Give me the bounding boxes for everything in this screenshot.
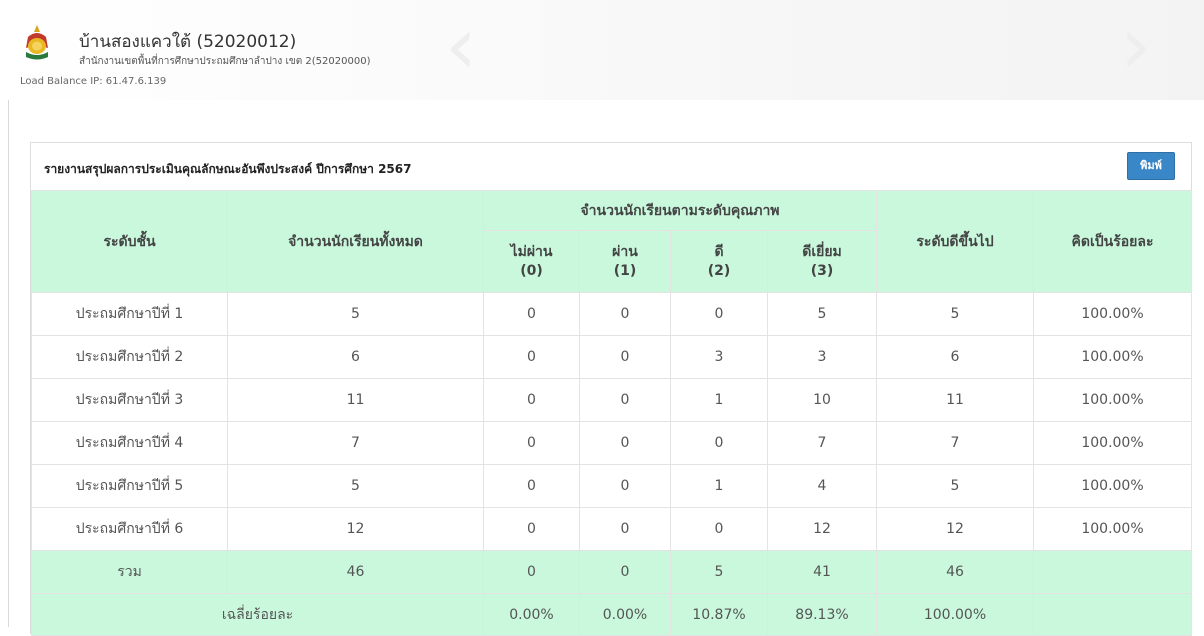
- col-header-good: ดี (2): [670, 230, 768, 293]
- cell-excellent: 4: [767, 464, 877, 508]
- carousel-prev-icon: ‹: [445, 0, 477, 92]
- cell-total: 7: [227, 421, 484, 465]
- cell-excellent: 10: [767, 378, 877, 422]
- cell-total-label: รวม: [31, 550, 228, 594]
- cell-good-up: 6: [876, 335, 1034, 379]
- load-balance-ip: Load Balance IP: 61.47.6.139: [20, 76, 167, 87]
- cell-total: 11: [227, 378, 484, 422]
- cell-percent: 100.00%: [1033, 507, 1192, 551]
- cell-pass: 0: [579, 421, 671, 465]
- cell-total: 5: [227, 464, 484, 508]
- cell-percent: [1033, 550, 1192, 594]
- carousel-next-icon: ›: [1120, 0, 1152, 92]
- office-name: สำนักงานเขตพื้นที่การศึกษาประถมศึกษาลำปา…: [79, 56, 371, 67]
- cell-good-up: 46: [876, 550, 1034, 594]
- cell-excellent: 3: [767, 335, 877, 379]
- col-header-excellent: ดีเยี่ยม (3): [767, 230, 877, 293]
- cell-good: 0: [670, 421, 768, 465]
- table-row: ประถมศึกษาปีที่ 3 11 0 0 1 10 11 100.00%: [31, 378, 1192, 422]
- cell-good-up: 11: [876, 378, 1034, 422]
- cell-good: 0: [670, 507, 768, 551]
- cell-percent: 100.00%: [1033, 292, 1192, 336]
- cell-percent: 100.00%: [1033, 335, 1192, 379]
- table-row: ประถมศึกษาปีที่ 1 5 0 0 0 5 5 100.00%: [31, 292, 1192, 336]
- col-header-good-up: ระดับดีขึ้นไป: [876, 190, 1034, 293]
- cell-level: ประถมศึกษาปีที่ 4: [31, 421, 228, 465]
- col-header-fail: ไม่ผ่าน (0): [483, 230, 580, 293]
- cell-pass: 0: [579, 464, 671, 508]
- total-row: รวม 46 0 0 5 41 46: [31, 550, 1192, 594]
- cell-fail: 0.00%: [483, 593, 580, 636]
- school-name: บ้านสองแควใต้ (52020012): [79, 32, 297, 52]
- col-header-pass: ผ่าน (1): [579, 230, 671, 293]
- col-header-quality-group: จำนวนนักเรียนตามระดับคุณภาพ: [483, 190, 877, 231]
- cell-excellent: 5: [767, 292, 877, 336]
- table-row: ประถมศึกษาปีที่ 4 7 0 0 0 7 7 100.00%: [31, 421, 1192, 465]
- cell-good: 1: [670, 464, 768, 508]
- cell-good: 0: [670, 292, 768, 336]
- cell-fail: 0: [483, 292, 580, 336]
- cell-total: 6: [227, 335, 484, 379]
- report-panel-header: รายงานสรุปผลการประเมินคุณลักษณะอันพึงประ…: [31, 143, 1191, 191]
- cell-level: ประถมศึกษาปีที่ 5: [31, 464, 228, 508]
- cell-pass: 0: [579, 378, 671, 422]
- average-row: เฉลี่ยร้อยละ 0.00% 0.00% 10.87% 89.13% 1…: [31, 593, 1192, 636]
- col-header-percent: คิดเป็นร้อยละ: [1033, 190, 1192, 293]
- content-left-rule: [8, 100, 9, 627]
- cell-good-up: 12: [876, 507, 1034, 551]
- cell-good-up: 100.00%: [876, 593, 1034, 636]
- col-header-total: จำนวนนักเรียนทั้งหมด: [227, 190, 484, 293]
- cell-average-label: เฉลี่ยร้อยละ: [31, 593, 484, 636]
- school-emblem-icon: [26, 25, 48, 60]
- cell-excellent: 89.13%: [767, 593, 877, 636]
- cell-pass: 0: [579, 550, 671, 594]
- cell-fail: 0: [483, 335, 580, 379]
- cell-total: 46: [227, 550, 484, 594]
- cell-good-up: 5: [876, 464, 1034, 508]
- print-button[interactable]: พิมพ์: [1127, 152, 1175, 180]
- cell-good: 3: [670, 335, 768, 379]
- cell-level: ประถมศึกษาปีที่ 1: [31, 292, 228, 336]
- table-row: ประถมศึกษาปีที่ 6 12 0 0 0 12 12 100.00%: [31, 507, 1192, 551]
- table-row: ประถมศึกษาปีที่ 5 5 0 0 1 4 5 100.00%: [31, 464, 1192, 508]
- cell-excellent: 41: [767, 550, 877, 594]
- cell-good: 5: [670, 550, 768, 594]
- report-title: รายงานสรุปผลการประเมินคุณลักษณะอันพึงประ…: [44, 162, 412, 176]
- cell-excellent: 12: [767, 507, 877, 551]
- page-header: ‹ › บ้านสองแควใต้ (52020012) สำนักงานเขต…: [0, 0, 1204, 100]
- cell-pass: 0: [579, 335, 671, 379]
- cell-fail: 0: [483, 378, 580, 422]
- cell-total: 5: [227, 292, 484, 336]
- cell-total: 12: [227, 507, 484, 551]
- table-header-row: ระดับชั้น จำนวนนักเรียนทั้งหมด จำนวนนักเ…: [31, 190, 1192, 293]
- col-header-level: ระดับชั้น: [31, 190, 228, 293]
- cell-pass: 0.00%: [579, 593, 671, 636]
- cell-good: 1: [670, 378, 768, 422]
- report-table: ระดับชั้น จำนวนนักเรียนทั้งหมด จำนวนนักเ…: [31, 190, 1192, 636]
- cell-pass: 0: [579, 507, 671, 551]
- cell-excellent: 7: [767, 421, 877, 465]
- cell-level: ประถมศึกษาปีที่ 2: [31, 335, 228, 379]
- cell-fail: 0: [483, 507, 580, 551]
- cell-good-up: 5: [876, 292, 1034, 336]
- table-row: ประถมศึกษาปีที่ 2 6 0 0 3 3 6 100.00%: [31, 335, 1192, 379]
- report-panel: รายงานสรุปผลการประเมินคุณลักษณะอันพึงประ…: [30, 142, 1192, 636]
- cell-level: ประถมศึกษาปีที่ 3: [31, 378, 228, 422]
- cell-percent: [1033, 593, 1192, 636]
- cell-percent: 100.00%: [1033, 421, 1192, 465]
- cell-pass: 0: [579, 292, 671, 336]
- cell-percent: 100.00%: [1033, 378, 1192, 422]
- cell-level: ประถมศึกษาปีที่ 6: [31, 507, 228, 551]
- cell-fail: 0: [483, 550, 580, 594]
- cell-fail: 0: [483, 421, 580, 465]
- cell-good-up: 7: [876, 421, 1034, 465]
- cell-percent: 100.00%: [1033, 464, 1192, 508]
- cell-good: 10.87%: [670, 593, 768, 636]
- cell-fail: 0: [483, 464, 580, 508]
